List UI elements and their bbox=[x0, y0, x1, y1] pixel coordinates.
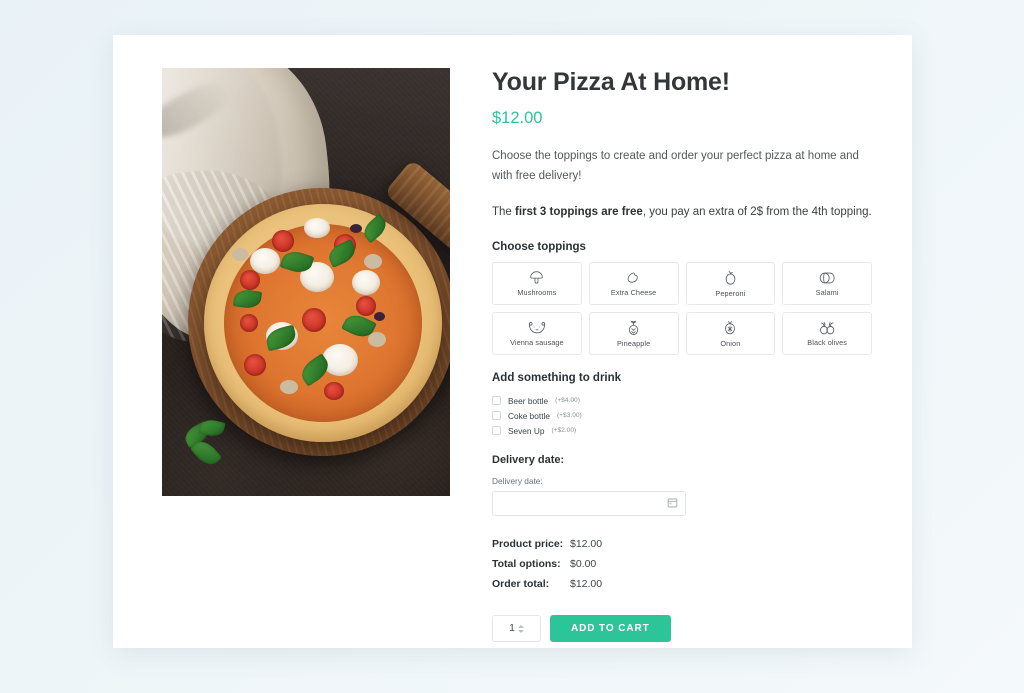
note-prefix: The bbox=[492, 206, 516, 218]
note-emphasis: first 3 toppings are free bbox=[515, 206, 643, 218]
topping-label: Onion bbox=[720, 339, 741, 349]
product-image[interactable] bbox=[162, 68, 450, 496]
toppings-grid: Mushrooms Extra Cheese Peperoni Salami V… bbox=[492, 262, 872, 356]
quantity-spinner[interactable] bbox=[517, 624, 524, 633]
order-totals: Product price: $12.00 Total options: $0.… bbox=[492, 538, 872, 598]
total-label: Order total: bbox=[492, 578, 550, 591]
salami-icon bbox=[818, 271, 837, 285]
calendar-icon[interactable] bbox=[667, 495, 678, 513]
total-row-order-total: Order total: $12.00 bbox=[492, 578, 872, 598]
sausage-icon bbox=[527, 321, 547, 335]
page-title: Your Pizza At Home! bbox=[492, 68, 730, 96]
product-description: Choose the toppings to create and order … bbox=[492, 149, 859, 182]
topping-option-mushrooms[interactable]: Mushrooms bbox=[492, 262, 582, 306]
drinks-list: Beer bottle (+$4.00) Coke bottle (+$3.00… bbox=[492, 393, 872, 438]
drink-amount: (+$3.00) bbox=[556, 412, 582, 420]
quantity-decrement-icon[interactable] bbox=[517, 629, 524, 633]
delivery-date-input[interactable] bbox=[493, 492, 667, 516]
drink-checkbox[interactable] bbox=[492, 426, 501, 436]
drink-option-beer-bottle[interactable]: Beer bottle (+$4.00) bbox=[492, 393, 872, 408]
topping-label: Black olives bbox=[807, 338, 847, 348]
olives-icon bbox=[818, 320, 836, 335]
onion-icon bbox=[723, 319, 737, 336]
drink-amount: (+$2.00) bbox=[551, 427, 577, 435]
delivery-heading: Delivery date: bbox=[492, 454, 565, 467]
toppings-heading: Choose toppings bbox=[492, 241, 586, 254]
drink-checkbox[interactable] bbox=[492, 411, 501, 421]
topping-option-peperoni[interactable]: Peperoni bbox=[685, 262, 776, 306]
delivery-date-field[interactable] bbox=[492, 491, 686, 517]
total-label: Total options: bbox=[492, 558, 561, 571]
product-card: Your Pizza At Home! $12.00 Choose the to… bbox=[113, 35, 912, 648]
cart-controls: 1 ADD TO CART bbox=[492, 615, 872, 643]
total-value: $0.00 bbox=[570, 558, 597, 571]
delivery-field-label: Delivery date: bbox=[492, 476, 543, 487]
topping-option-vienna-sausage[interactable]: Vienna sausage bbox=[492, 312, 582, 356]
total-value: $12.00 bbox=[570, 538, 603, 551]
add-to-cart-button[interactable]: ADD TO CART bbox=[550, 615, 671, 643]
topping-option-salami[interactable]: Salami bbox=[782, 262, 872, 306]
topping-label: Pineapple bbox=[616, 339, 651, 349]
topping-label: Salami bbox=[815, 287, 839, 297]
mushroom-icon bbox=[528, 270, 545, 285]
drink-label: Seven Up bbox=[508, 425, 545, 436]
drink-label: Coke bottle bbox=[508, 410, 550, 421]
photo-gloss bbox=[162, 68, 450, 496]
drink-option-seven-up[interactable]: Seven Up (+$2.00) bbox=[492, 423, 872, 438]
topping-option-extra-cheese[interactable]: Extra Cheese bbox=[588, 262, 679, 306]
quantity-increment-icon[interactable] bbox=[517, 624, 524, 628]
peperoni-icon bbox=[723, 270, 738, 286]
drinks-heading: Add something to drink bbox=[492, 372, 622, 385]
product-details: Your Pizza At Home! $12.00 Choose the to… bbox=[492, 68, 872, 643]
quantity-value[interactable]: 1 bbox=[509, 623, 515, 634]
topping-label: Mushrooms bbox=[517, 288, 557, 298]
topping-label: Peperoni bbox=[715, 288, 746, 298]
topping-label: Vienna sausage bbox=[510, 337, 564, 347]
topping-option-onion[interactable]: Onion bbox=[685, 312, 776, 356]
topping-option-pineapple[interactable]: Pineapple bbox=[588, 312, 679, 356]
total-row-product-price: Product price: $12.00 bbox=[492, 538, 872, 558]
note-suffix: , you pay an extra of 2$ from the 4th to… bbox=[642, 206, 872, 218]
drink-checkbox[interactable] bbox=[492, 396, 501, 406]
drink-option-coke-bottle[interactable]: Coke bottle (+$3.00) bbox=[492, 408, 872, 423]
drink-amount: (+$4.00) bbox=[555, 397, 580, 405]
total-label: Product price: bbox=[492, 538, 564, 551]
drink-label: Beer bottle bbox=[508, 395, 549, 406]
total-row-total-options: Total options: $0.00 bbox=[492, 558, 872, 578]
topping-option-black-olives[interactable]: Black olives bbox=[782, 312, 872, 356]
product-price: $12.00 bbox=[492, 108, 543, 127]
toppings-note: The first 3 toppings are free, you pay a… bbox=[492, 203, 872, 221]
pizza-photo bbox=[162, 68, 450, 496]
cheese-icon bbox=[625, 270, 642, 285]
quantity-stepper[interactable]: 1 bbox=[492, 615, 541, 643]
topping-label: Extra Cheese bbox=[610, 288, 657, 298]
pineapple-icon bbox=[627, 319, 640, 336]
total-value: $12.00 bbox=[570, 578, 603, 591]
